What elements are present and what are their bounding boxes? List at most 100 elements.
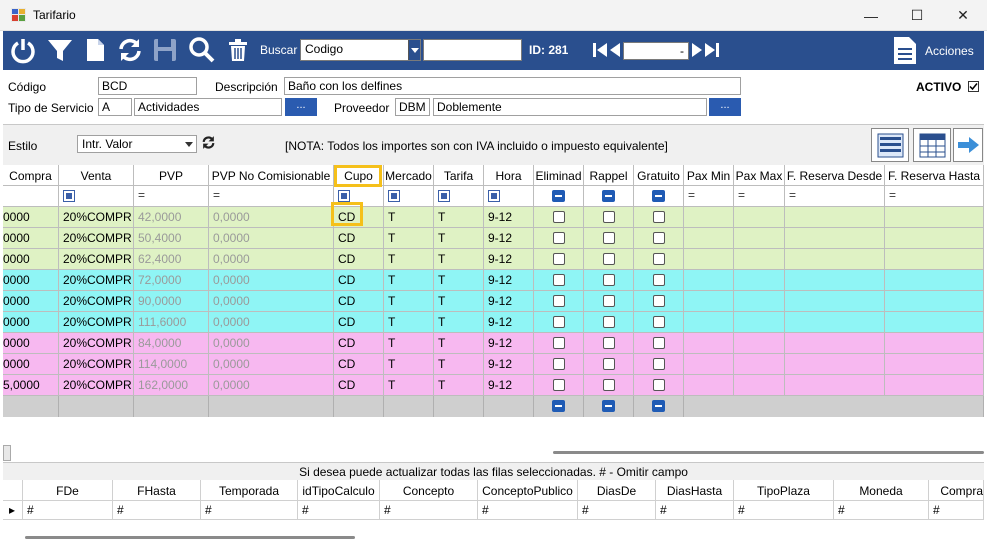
pax-min-cell[interactable] [684,228,734,249]
scroll-left-button[interactable] [3,445,11,461]
gratuito-checkbox[interactable] [653,232,665,244]
eliminad-checkbox[interactable] [553,358,565,370]
compra-cell[interactable]: 0000 [3,354,59,375]
mercado-cell[interactable]: T [384,333,434,354]
gratuito-checkbox[interactable] [653,358,665,370]
pax-min-cell[interactable] [684,354,734,375]
compra-cell[interactable]: 0000 [3,207,59,228]
eliminad-checkbox[interactable] [553,232,565,244]
gratuito-checkbox[interactable] [653,253,665,265]
column-header-pvp-no-comisionable[interactable]: PVP No Comisionable [209,165,334,186]
equals-filter-icon[interactable]: = [738,188,745,202]
compra-cell[interactable]: 0000 [3,291,59,312]
cupo-cell[interactable]: CD [334,270,384,291]
pvp-no-comisionable-cell[interactable]: 0,0000 [209,333,334,354]
tarifa-cell[interactable]: T [434,207,484,228]
column-header-mercado[interactable]: Mercado [384,165,434,186]
filter-cell[interactable] [3,186,59,207]
pvp-no-comisionable-cell[interactable]: 0,0000 [209,291,334,312]
venta-cell[interactable]: 20%COMPR [59,312,134,333]
bulk-field-tipoplaza[interactable]: # [734,501,834,520]
column-header-pax-min[interactable]: Pax Min [684,165,734,186]
record-navigator-input[interactable]: - [623,42,689,60]
compra-cell[interactable]: 0000 [3,249,59,270]
table-row[interactable]: 0000 20%COMPR 42,0000 0,0000 CD T T 9-12 [3,207,984,228]
gratuito-checkbox[interactable] [653,211,665,223]
f-reserva-desde-cell[interactable] [785,354,885,375]
hora-cell[interactable]: 9-12 [484,291,534,312]
column-header-pvp[interactable]: PVP [134,165,209,186]
filter-icon[interactable] [46,36,74,64]
minus-toggle-icon[interactable] [652,400,665,412]
f-reserva-hasta-cell[interactable] [885,354,984,375]
hora-cell[interactable]: 9-12 [484,207,534,228]
hora-cell[interactable]: 9-12 [484,312,534,333]
cupo-cell[interactable]: CD [334,291,384,312]
f-reserva-desde-cell[interactable] [785,249,885,270]
f-reserva-hasta-cell[interactable] [885,375,984,396]
f-reserva-desde-cell[interactable] [785,270,885,291]
hora-cell[interactable]: 9-12 [484,270,534,291]
compra-cell[interactable]: 0000 [3,270,59,291]
venta-cell[interactable]: 20%COMPR [59,333,134,354]
eliminad-checkbox[interactable] [553,316,565,328]
filter-cell[interactable] [584,186,634,207]
pax-max-cell[interactable] [734,270,785,291]
table-row[interactable]: 0000 20%COMPR 50,4000 0,0000 CD T T 9-12 [3,228,984,249]
pvp-cell[interactable]: 84,0000 [134,333,209,354]
f-reserva-desde-cell[interactable] [785,291,885,312]
pax-min-cell[interactable] [684,312,734,333]
search-input[interactable] [423,39,522,61]
pvp-cell[interactable]: 42,0000 [134,207,209,228]
tarifa-cell[interactable]: T [434,270,484,291]
venta-cell[interactable]: 20%COMPR [59,270,134,291]
pax-min-cell[interactable] [684,249,734,270]
filter-cell[interactable] [634,186,684,207]
cupo-cell[interactable]: CD [334,333,384,354]
row-selector-icon[interactable]: ▸ [3,501,23,520]
pvp-cell[interactable]: 72,0000 [134,270,209,291]
pax-min-cell[interactable] [684,270,734,291]
rappel-checkbox[interactable] [603,379,615,391]
search-icon[interactable] [188,36,216,64]
filter-cell[interactable] [384,186,434,207]
scrollbar-thumb[interactable] [25,536,355,539]
codigo-field[interactable]: BCD [98,77,197,95]
pvp-no-comisionable-cell[interactable]: 0,0000 [209,312,334,333]
venta-cell[interactable]: 20%COMPR [59,354,134,375]
compra-cell[interactable]: 5,0000 [3,375,59,396]
minus-filter-icon[interactable] [652,190,665,202]
filter-options-icon[interactable] [438,190,450,202]
equals-filter-icon[interactable]: = [213,188,220,202]
hora-cell[interactable]: 9-12 [484,249,534,270]
equals-filter-icon[interactable]: = [688,188,695,202]
mercado-cell[interactable]: T [384,291,434,312]
bulk-horizontal-scrollbar[interactable] [3,533,984,543]
eliminad-checkbox[interactable] [553,211,565,223]
gratuito-checkbox[interactable] [653,316,665,328]
f-reserva-hasta-cell[interactable] [885,291,984,312]
bulk-field-conceptopublico[interactable]: # [478,501,578,520]
pvp-cell[interactable]: 114,0000 [134,354,209,375]
f-reserva-hasta-cell[interactable] [885,312,984,333]
gratuito-checkbox[interactable] [653,274,665,286]
pax-min-cell[interactable] [684,291,734,312]
equals-filter-icon[interactable]: = [889,188,896,202]
chevron-down-icon[interactable] [185,142,193,147]
search-field-select[interactable]: Codigo [300,39,421,61]
pvp-no-comisionable-cell[interactable]: 0,0000 [209,228,334,249]
tarifa-cell[interactable]: T [434,228,484,249]
filter-cell[interactable]: = [734,186,785,207]
grid-view-button[interactable] [913,128,951,162]
hora-cell[interactable]: 9-12 [484,375,534,396]
mercado-cell[interactable]: T [384,270,434,291]
proveedor-code-field[interactable]: DBM [395,98,430,116]
hora-cell[interactable]: 9-12 [484,228,534,249]
table-row[interactable]: 0000 20%COMPR 114,0000 0,0000 CD T T 9-12 [3,354,984,375]
f-reserva-desde-cell[interactable] [785,333,885,354]
cupo-cell[interactable]: CD [334,375,384,396]
eliminad-checkbox[interactable] [553,337,565,349]
column-header-rappel[interactable]: Rappel [584,165,634,186]
filter-options-icon[interactable] [63,190,75,202]
proveedor-field[interactable]: Doblemente [433,98,707,116]
